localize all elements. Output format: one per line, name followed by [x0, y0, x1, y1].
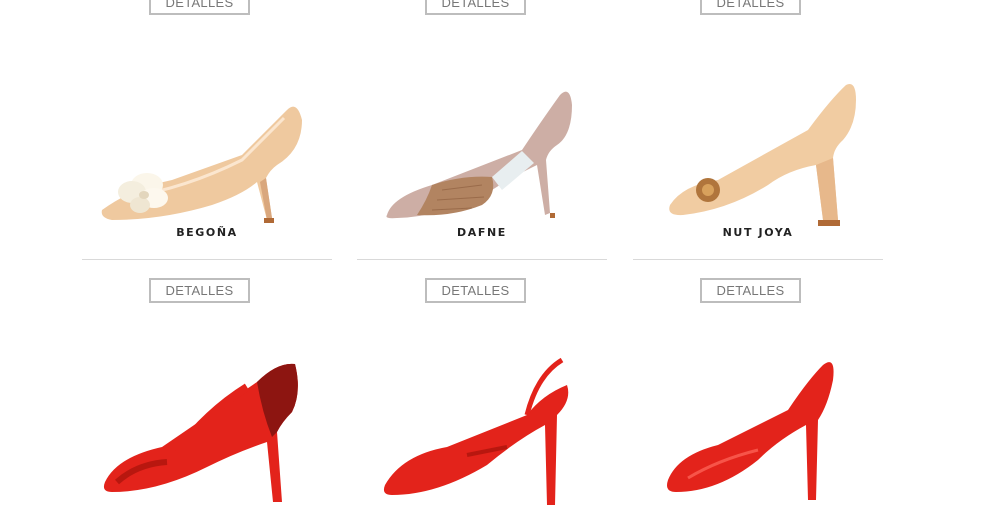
details-button[interactable]: DETALLES: [700, 278, 801, 303]
red-platform-pump-icon[interactable]: [658, 350, 868, 510]
details-button[interactable]: DETALLES: [425, 0, 526, 15]
details-button[interactable]: DETALLES: [149, 0, 250, 15]
product-name: NUT JOYA: [722, 226, 794, 239]
divider: [82, 259, 332, 260]
divider: [357, 259, 607, 260]
details-button[interactable]: DETALLES: [149, 278, 250, 303]
taupe-pump-snake-icon[interactable]: [372, 65, 592, 235]
product-name: BEGOÑA: [176, 226, 238, 239]
product-card[interactable]: [357, 330, 607, 505]
product-name: DAFNE: [457, 226, 507, 239]
red-slingback-icon[interactable]: [377, 355, 587, 515]
product-card[interactable]: [82, 330, 332, 502]
divider: [633, 259, 883, 260]
details-button[interactable]: DETALLES: [700, 0, 801, 15]
nude-peep-toe-icon[interactable]: [658, 70, 868, 240]
details-button[interactable]: DETALLES: [425, 278, 526, 303]
product-card[interactable]: [633, 330, 883, 500]
red-cross-strap-pump-icon[interactable]: [97, 352, 307, 512]
nude-pump-with-flower-icon[interactable]: [92, 70, 312, 240]
